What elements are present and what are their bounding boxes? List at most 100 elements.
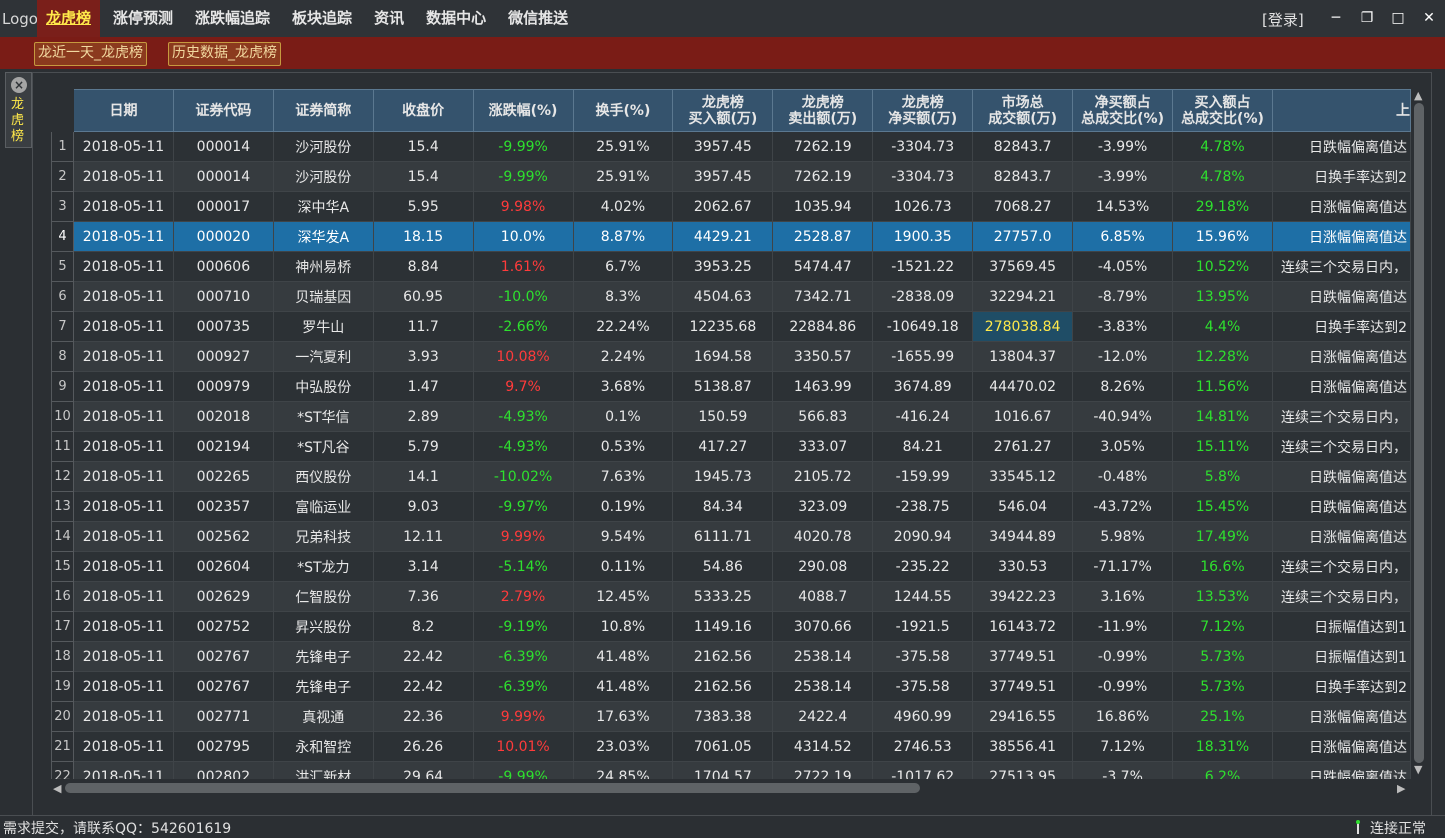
scroll-left-icon[interactable]: ◀ <box>53 782 61 795</box>
column-header-2[interactable]: 证券简称 <box>272 89 374 132</box>
table-cell[interactable]: 2018-05-11 <box>72 251 174 282</box>
table-cell[interactable]: 7383.38 <box>672 701 774 732</box>
table-cell[interactable]: 566.83 <box>772 401 874 432</box>
table-cell[interactable]: 37749.51 <box>972 641 1074 672</box>
table-cell[interactable]: 16.6% <box>1172 551 1273 582</box>
table-cell[interactable]: 41.48% <box>572 641 674 672</box>
table-cell[interactable]: 2018-05-11 <box>72 401 174 432</box>
table-cell[interactable]: 82843.7 <box>972 161 1074 192</box>
table-cell[interactable]: 4088.7 <box>772 581 874 612</box>
table-cell[interactable]: 2018-05-11 <box>72 191 174 222</box>
login-button[interactable]: [登录] <box>1262 9 1304 30</box>
side-tab-longhubang[interactable]: × 龙虎榜 <box>5 72 32 148</box>
table-cell[interactable]: -235.22 <box>872 551 974 582</box>
table-cell[interactable]: 417.27 <box>672 431 774 462</box>
table-cell[interactable]: 连续三个交易日内， <box>1271 251 1411 282</box>
table-cell[interactable]: -3304.73 <box>872 131 974 162</box>
table-cell[interactable]: -9.19% <box>472 611 574 642</box>
scroll-down-icon[interactable]: ▼ <box>1414 763 1422 776</box>
table-cell[interactable]: 12.11 <box>372 521 474 552</box>
table-cell[interactable]: -3304.73 <box>872 161 974 192</box>
table-cell[interactable]: 1900.35 <box>872 221 974 252</box>
table-cell[interactable]: 002604 <box>172 551 274 582</box>
row-number[interactable]: 16 <box>51 581 74 612</box>
column-header-8[interactable]: 龙虎榜 净买额(万) <box>872 89 974 132</box>
table-cell[interactable]: -2838.09 <box>872 281 974 312</box>
table-cell[interactable]: 2018-05-11 <box>72 641 174 672</box>
table-cell[interactable]: 8.3% <box>572 281 674 312</box>
table-cell[interactable]: 永和智控 <box>272 731 374 762</box>
row-number[interactable]: 1 <box>51 131 74 162</box>
table-cell[interactable]: 日跌幅偏离值达 <box>1271 281 1411 312</box>
table-cell[interactable]: -416.24 <box>872 401 974 432</box>
table-cell[interactable]: 002752 <box>172 611 274 642</box>
table-cell[interactable]: 000017 <box>172 191 274 222</box>
table-cell[interactable]: 6.85% <box>1072 221 1174 252</box>
row-number[interactable]: 17 <box>51 611 74 642</box>
table-cell[interactable]: 26.26 <box>372 731 474 762</box>
table-cell[interactable]: 深中华A <box>272 191 374 222</box>
table-cell[interactable]: 3957.45 <box>672 131 774 162</box>
table-cell[interactable]: 3.93 <box>372 341 474 372</box>
table-cell[interactable]: 日涨幅偏离值达 <box>1271 521 1411 552</box>
row-number[interactable]: 21 <box>51 731 74 762</box>
table-cell[interactable]: 8.26% <box>1072 371 1174 402</box>
table-cell[interactable]: -1521.22 <box>872 251 974 282</box>
table-cell[interactable]: 3.16% <box>1072 581 1174 612</box>
table-cell[interactable]: 16143.72 <box>972 611 1074 642</box>
table-cell[interactable]: -3.83% <box>1072 311 1174 342</box>
table-cell[interactable]: 日涨幅偏离值达 <box>1271 221 1411 252</box>
table-cell[interactable]: 日涨幅偏离值达 <box>1271 191 1411 222</box>
minimize-icon[interactable]: ─ <box>1326 8 1346 28</box>
row-number[interactable]: 9 <box>51 371 74 402</box>
table-cell[interactable]: 002018 <box>172 401 274 432</box>
column-header-7[interactable]: 龙虎榜 卖出额(万) <box>772 89 874 132</box>
table-cell[interactable]: 西仪股份 <box>272 461 374 492</box>
table-cell[interactable]: 330.53 <box>972 551 1074 582</box>
table-cell[interactable]: 仁智股份 <box>272 581 374 612</box>
menu-sector-tracking[interactable]: 板块追踪 <box>283 0 361 37</box>
table-cell[interactable]: -6.39% <box>472 641 574 672</box>
table-cell[interactable]: -8.79% <box>1072 281 1174 312</box>
table-cell[interactable]: 4.4% <box>1172 311 1273 342</box>
table-cell[interactable]: 3070.66 <box>772 611 874 642</box>
table-cell[interactable]: 15.4 <box>372 161 474 192</box>
table-cell[interactable]: 37569.45 <box>972 251 1074 282</box>
row-number[interactable]: 13 <box>51 491 74 522</box>
table-cell[interactable]: 7068.27 <box>972 191 1074 222</box>
table-cell[interactable]: 10.01% <box>472 731 574 762</box>
menu-wechat-push[interactable]: 微信推送 <box>499 0 577 37</box>
table-cell[interactable]: 0.53% <box>572 431 674 462</box>
table-cell[interactable]: 2018-05-11 <box>72 521 174 552</box>
table-cell[interactable]: 2162.56 <box>672 671 774 702</box>
table-cell[interactable]: 4429.21 <box>672 221 774 252</box>
table-cell[interactable]: 002767 <box>172 641 274 672</box>
row-number[interactable]: 4 <box>51 221 74 252</box>
table-cell[interactable]: 17.49% <box>1172 521 1273 552</box>
maximize-icon[interactable]: □ <box>1388 8 1408 28</box>
table-cell[interactable]: 25.91% <box>572 131 674 162</box>
table-cell[interactable]: 27757.0 <box>972 221 1074 252</box>
table-cell[interactable]: 2018-05-11 <box>72 161 174 192</box>
table-cell[interactable]: 3.14 <box>372 551 474 582</box>
table-cell[interactable]: 323.09 <box>772 491 874 522</box>
table-cell[interactable]: 日跌幅偏离值达 <box>1271 491 1411 522</box>
table-cell[interactable]: 39422.23 <box>972 581 1074 612</box>
table-cell[interactable]: 6.7% <box>572 251 674 282</box>
table-cell[interactable]: 27513.95 <box>972 761 1074 779</box>
table-cell[interactable]: 11.7 <box>372 311 474 342</box>
table-cell[interactable]: 000606 <box>172 251 274 282</box>
table-row[interactable]: 18 2018-05-11 002767 先锋电子 22.42 -6.39% 41.48% 2… <box>51 641 1411 672</box>
table-row[interactable]: 15 2018-05-11 002604 *ST龙力 3.14 -5.14% 0.11% 54… <box>51 551 1411 582</box>
table-cell[interactable]: -4.05% <box>1072 251 1174 282</box>
table-cell[interactable]: 22884.86 <box>772 311 874 342</box>
table-cell[interactable]: 5.79 <box>372 431 474 462</box>
table-cell[interactable]: 7.63% <box>572 461 674 492</box>
table-cell[interactable]: 25.91% <box>572 161 674 192</box>
table-cell[interactable]: 002562 <box>172 521 274 552</box>
table-cell[interactable]: 002771 <box>172 701 274 732</box>
table-cell[interactable]: 2.79% <box>472 581 574 612</box>
table-cell[interactable]: 2018-05-11 <box>72 551 174 582</box>
table-cell[interactable]: -40.94% <box>1072 401 1174 432</box>
table-cell[interactable]: 一汽夏利 <box>272 341 374 372</box>
